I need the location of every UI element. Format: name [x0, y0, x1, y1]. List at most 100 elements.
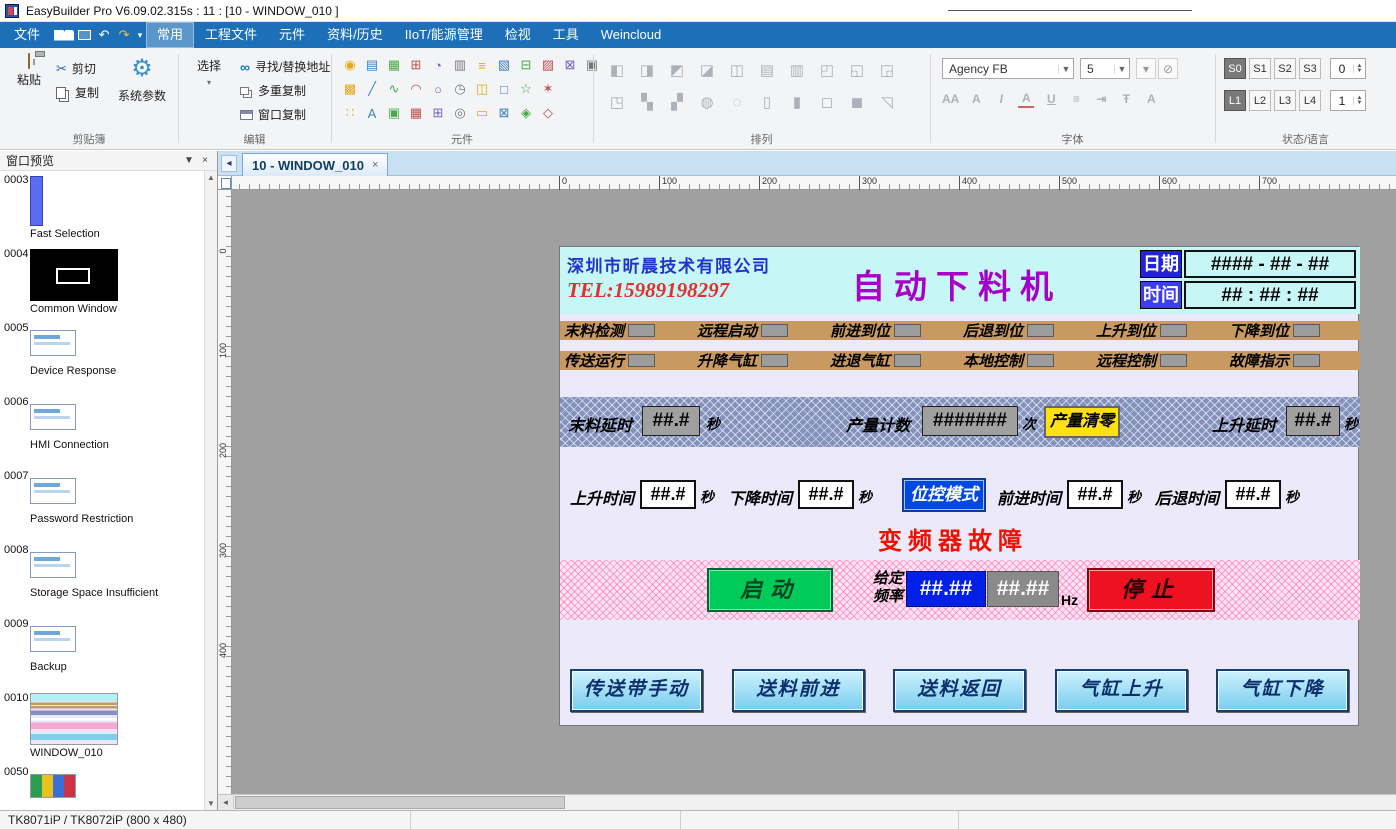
rise-delay-label[interactable]: 上升延时 [1212, 412, 1276, 436]
undo-icon[interactable]: ↶ [94, 22, 114, 48]
save-icon[interactable] [54, 22, 74, 48]
window-preview-item[interactable]: 0004 Common Window [0, 245, 204, 319]
actual-frequency-value[interactable]: ##.## [987, 571, 1059, 607]
state-button-s0[interactable]: S0 [1224, 58, 1246, 79]
copy-button[interactable]: 复制 [56, 84, 99, 101]
window-thumbnail[interactable] [30, 552, 76, 578]
element-icon[interactable]: ╱ [363, 80, 381, 98]
set-frequency-value[interactable]: ##.## [906, 571, 986, 607]
output-count-value[interactable]: ####### [922, 406, 1018, 436]
tab-object[interactable]: 元件 [268, 22, 316, 48]
distribute-icon[interactable]: ◼ [847, 92, 867, 112]
state-spinner[interactable]: 0 ▲▼ [1330, 58, 1366, 79]
tab-home[interactable]: 常用 [146, 22, 194, 48]
distribute-icon[interactable]: ◹ [877, 92, 897, 112]
distribute-icon[interactable]: ◳ [607, 92, 627, 112]
window-thumbnail[interactable] [30, 176, 43, 226]
rise-delay-value[interactable]: ##.# [1286, 406, 1340, 436]
document-tab[interactable]: 10 - WINDOW_010 × [242, 153, 388, 176]
paste-button[interactable]: 粘贴 [8, 54, 50, 88]
status-cell[interactable]: 后退到位 [963, 322, 1054, 339]
state-button-s3[interactable]: S3 [1299, 58, 1321, 79]
element-icon[interactable]: ≡ [473, 56, 491, 74]
window-thumbnail[interactable] [30, 693, 118, 745]
distribute-icon[interactable]: ▯ [757, 92, 777, 112]
font-enlarge-icon[interactable]: AA [942, 90, 959, 108]
status-cell[interactable]: 故障指示 [1229, 352, 1320, 369]
spinner-down-icon[interactable]: ▼ [1357, 69, 1363, 74]
status-cell[interactable]: 升降气缸 [697, 352, 788, 369]
align-text-icon[interactable]: ≡ [1068, 90, 1084, 108]
forward-time-value[interactable]: ##.# [1067, 480, 1123, 509]
time-label[interactable]: 时间 [1140, 281, 1182, 309]
window-thumbnail[interactable] [30, 249, 118, 301]
element-icon[interactable]: ⊞ [407, 56, 425, 74]
indicator-lamp[interactable] [1027, 324, 1054, 337]
distribute-icon[interactable]: ▞ [667, 92, 687, 112]
output-count-label[interactable]: 产量计数 [846, 412, 910, 436]
window-preview-item[interactable]: 0003 Fast Selection [0, 171, 204, 245]
window-preview-item[interactable]: 0005 Device Response [0, 319, 204, 393]
align-icon[interactable]: ◲ [877, 60, 897, 80]
text-effect-icon[interactable]: A [1143, 90, 1159, 108]
status-cell[interactable]: 进退气缸 [830, 352, 921, 369]
clear-count-button[interactable]: 产量清零 [1044, 406, 1120, 438]
scroll-up-icon[interactable]: ▲ [205, 173, 217, 182]
find-replace-button[interactable]: ∞ 寻找/替换地址 [240, 58, 330, 75]
cut-button[interactable]: ✂ 剪切 [56, 60, 96, 77]
distribute-icon[interactable]: ◍ [697, 92, 717, 112]
align-icon[interactable]: ◩ [667, 60, 687, 80]
position-mode-button[interactable]: 位控模式 [902, 478, 986, 512]
date-label[interactable]: 日期 [1140, 250, 1182, 278]
status-cell[interactable]: 传送运行 [564, 352, 655, 369]
quick-access-dropdown-icon[interactable]: ▾ [134, 22, 146, 48]
scrollbar-thumb[interactable] [235, 796, 565, 809]
tab-nav-left-icon[interactable]: ◂ [221, 155, 237, 172]
tab-data-history[interactable]: 资料/历史 [316, 22, 394, 48]
status-cell[interactable]: 下降到位 [1229, 322, 1320, 339]
element-icon[interactable]: ✶ [539, 80, 557, 98]
element-icon[interactable]: ▦ [385, 56, 403, 74]
panel-close-icon[interactable]: × [197, 155, 213, 166]
simulation-icon[interactable] [74, 22, 94, 48]
element-icon[interactable]: A [363, 104, 381, 122]
rise-time-label[interactable]: 上升时间 [570, 485, 634, 509]
distribute-icon[interactable]: ◻ [817, 92, 837, 112]
language-button-l3[interactable]: L3 [1274, 90, 1296, 111]
panel-dropdown-icon[interactable]: ▼ [181, 155, 197, 166]
element-icon[interactable]: □ [495, 80, 513, 98]
date-display[interactable]: #### - ## - ## [1184, 250, 1356, 278]
indicator-lamp[interactable] [1293, 354, 1320, 367]
element-icon[interactable]: ☆ [517, 80, 535, 98]
tab-project-file[interactable]: 工程文件 [194, 22, 268, 48]
fall-time-value[interactable]: ##.# [798, 480, 854, 509]
window-preview-item[interactable]: 0007 Password Restriction [0, 467, 204, 541]
element-icon[interactable]: ▤ [363, 56, 381, 74]
align-icon[interactable]: ▥ [787, 60, 807, 80]
company-name-text[interactable]: 深圳市昕晨技术有限公司 [567, 252, 771, 277]
time-display[interactable]: ## : ## : ## [1184, 281, 1356, 309]
font-clear-icon[interactable]: ⊘ [1158, 58, 1178, 79]
bold-icon[interactable]: A [968, 90, 984, 108]
status-cell[interactable]: 上升到位 [1096, 322, 1187, 339]
indicator-lamp[interactable] [628, 354, 655, 367]
feed-forward-button[interactable]: 送料前进 [732, 669, 865, 712]
indicator-lamp[interactable] [1160, 354, 1187, 367]
window-copy-button[interactable]: 窗口复制 [240, 106, 306, 123]
element-icon[interactable]: ○ [429, 80, 447, 98]
backward-time-value[interactable]: ##.# [1225, 480, 1281, 509]
element-icon[interactable]: ∿ [385, 80, 403, 98]
element-icon[interactable]: ⊠ [495, 104, 513, 122]
element-icon[interactable]: ◇ [539, 104, 557, 122]
feed-delay-value[interactable]: ##.# [642, 406, 700, 436]
scroll-left-icon[interactable]: ◂ [218, 795, 234, 810]
element-icon[interactable]: ⊞ [429, 104, 447, 122]
window-preview-item[interactable]: 0008 Storage Space Insufficient [0, 541, 204, 615]
element-icon[interactable]: ▣ [385, 104, 403, 122]
cylinder-up-button[interactable]: 气缸上升 [1055, 669, 1188, 712]
system-parameters-button[interactable]: ⚙ 系统参数 [114, 54, 170, 104]
element-icon[interactable]: ◷ [451, 80, 469, 98]
font-family-select[interactable]: Agency FB ▼ [942, 58, 1074, 79]
distribute-icon[interactable]: ▮ [787, 92, 807, 112]
redo-icon[interactable]: ↷ [114, 22, 134, 48]
